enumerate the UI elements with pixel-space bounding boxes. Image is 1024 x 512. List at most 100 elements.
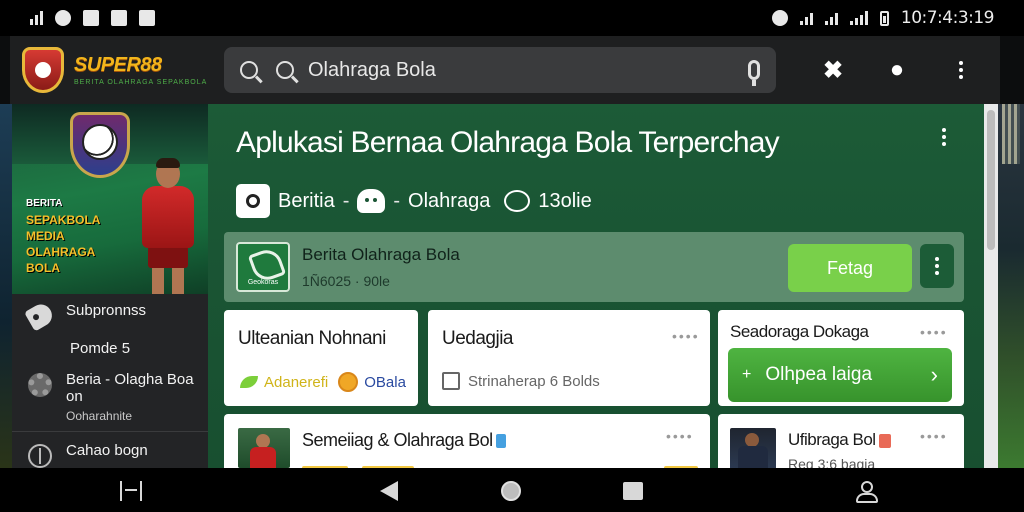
- card-meta-a: Adanerefi: [264, 373, 329, 391]
- close-cross-icon[interactable]: ✖: [820, 57, 846, 84]
- sidebar-menu: Subpronnss Pomde 5 Beria - Olagha Boa on…: [12, 294, 208, 468]
- sidebar-item-pomde[interactable]: Pomde 5: [12, 336, 208, 365]
- promo-banner[interactable]: BERITA SEPAKBOLA MEDIA OLAHRAGA BOLA: [12, 104, 208, 294]
- content-card[interactable]: Ulteanian Nohnani Adanerefi OBala: [224, 310, 418, 406]
- player-thumbnail: [730, 428, 776, 468]
- breadcrumb-item[interactable]: Olahraga: [408, 190, 490, 213]
- cta-button[interactable]: + Olhpea laiga ›: [728, 348, 952, 402]
- player-image: [136, 158, 200, 294]
- search-bar[interactable]: Olahraga Bola: [224, 47, 776, 93]
- system-nav-bar: [0, 468, 1024, 512]
- ghost-icon: [357, 189, 386, 213]
- search-icon[interactable]: [240, 61, 258, 79]
- card-title: Ufibraga Bol: [788, 430, 891, 450]
- brand-tagline: BERITA OLAHRAGA SEPAKBOLA: [74, 79, 208, 86]
- coin-icon: [338, 372, 359, 392]
- card-more-icon[interactable]: ••••: [920, 324, 948, 340]
- sidebar-item-label: Beria - Olagha Boa on: [66, 371, 194, 405]
- card-title: Ulteanian Nohnani: [238, 328, 386, 349]
- minus-circle-icon: [55, 10, 71, 26]
- breadcrumb-separator: -: [342, 189, 350, 212]
- wifi-icon: [824, 11, 838, 25]
- status-right-icons: 10:7:4:3:19: [771, 8, 995, 28]
- breadcrumb-separator: -: [393, 189, 401, 212]
- sidebar-item-sublabel: Ooharahnite: [66, 409, 133, 423]
- card-meta-b: OBala: [364, 373, 406, 391]
- sidebar: BERITA SEPAKBOLA MEDIA OLAHRAGA BOLA Sub…: [12, 104, 208, 468]
- content-card[interactable]: Uedagjia •••• Strinaherap 6 Bolds: [428, 310, 710, 406]
- timer-icon: [26, 442, 54, 468]
- red-badge-icon: [878, 433, 891, 448]
- page-overflow-menu-icon[interactable]: [942, 128, 946, 146]
- brand: SUPER88 BERITA OLAHRAGA SEPAKBOLA: [74, 54, 207, 86]
- stadium-backdrop-right: [998, 104, 1024, 468]
- tag-icon: [24, 300, 56, 332]
- sidebar-item-label-group: Beria - Olagha Boa on Ooharahnite: [66, 371, 194, 423]
- overview-icon[interactable]: [620, 478, 646, 504]
- promo-line: MEDIA: [26, 229, 65, 243]
- card-more-icon[interactable]: ••••: [672, 328, 700, 344]
- search-icon: [276, 61, 294, 79]
- wifi-icon: [799, 11, 813, 25]
- cta-button-label: Olhpea laiga: [765, 364, 873, 385]
- featured-app-more-icon[interactable]: [920, 244, 954, 288]
- signal-bars-icon: [30, 11, 43, 25]
- promo-text: BERITA SEPAKBOLA MEDIA OLAHRAGA BOLA: [26, 196, 122, 276]
- overflow-menu-icon[interactable]: [948, 57, 974, 83]
- card-more-icon[interactable]: ••••: [920, 428, 948, 444]
- card-title-text: Semeiiag & Olahraga Bol: [302, 430, 493, 450]
- home-icon[interactable]: [498, 478, 524, 504]
- promo-line: OLAHRAGA: [26, 245, 96, 259]
- breadcrumb-item[interactable]: Beritia: [278, 190, 335, 213]
- status-left-icons: [30, 10, 155, 26]
- leaf-icon: [240, 376, 258, 388]
- scrollbar[interactable]: [984, 104, 998, 468]
- card-meta-text: Strinaherap 6 Bolds: [468, 372, 600, 390]
- cell-signal-icon: [849, 11, 868, 25]
- blue-badge-icon: [495, 434, 506, 449]
- search-input[interactable]: Olahraga Bola: [308, 59, 748, 82]
- sidebar-item-label: Subpronnss: [66, 302, 147, 319]
- card-subtitle: Reg 3;6 bagia: [788, 456, 876, 468]
- app-bar-actions: ✖ ●: [820, 36, 974, 104]
- breadcrumb: Beritia - - Olahraga 13olie: [236, 184, 592, 218]
- brand-logo-icon[interactable]: [22, 47, 64, 93]
- app-bar: SUPER88 BERITA OLAHRAGA SEPAKBOLA Olahra…: [10, 36, 1000, 104]
- sidebar-item-subpronnss[interactable]: Subpronnss: [12, 294, 208, 336]
- promo-line: BOLA: [26, 261, 60, 275]
- featured-app-button[interactable]: Fetag: [788, 244, 912, 292]
- featured-app-subtitle: 1Ñ6025 · 90le: [302, 273, 390, 289]
- chevron-right-icon: ›: [930, 362, 938, 387]
- accessibility-icon: [111, 10, 127, 26]
- sidebar-item-cahao[interactable]: Cahao bogn: [12, 436, 208, 468]
- back-icon[interactable]: [376, 478, 402, 504]
- content-card[interactable]: Ufibraga Bol •••• Reg 3;6 bagia: [718, 414, 964, 468]
- card-more-icon[interactable]: ••••: [666, 428, 694, 444]
- main-content: Aplukasi Bernaa Olahraga Bola Terperchay…: [208, 104, 984, 468]
- breadcrumb-item[interactable]: 13olie: [538, 190, 591, 213]
- status-time: 10:7:4:3:19: [900, 8, 995, 28]
- card-meta: Adanerefi OBala: [240, 372, 406, 392]
- recent-apps-icon[interactable]: [118, 478, 144, 504]
- sidebar-item-beria[interactable]: Beria - Olagha Boa on Ooharahnite: [12, 365, 208, 429]
- content-card[interactable]: Seadoraga Dokaga •••• + Olhpea laiga ›: [718, 310, 964, 406]
- microphone-icon[interactable]: [748, 60, 760, 86]
- alarm-icon: [771, 10, 788, 26]
- app-logo-text: Geokoras: [247, 279, 279, 286]
- page-title: Aplukasi Bernaa Olahraga Bola Terperchay: [236, 126, 780, 159]
- gear-icon: [26, 371, 54, 399]
- card-title: Uedagjia: [442, 328, 514, 349]
- sidebar-item-label: Pomde 5: [70, 340, 131, 357]
- status-bar: 10:7:4:3:19: [0, 0, 1024, 36]
- featured-app-title: Berita Olahraga Bola: [302, 245, 460, 264]
- content-card[interactable]: Semeiiag & Olahraga Bol ••••: [224, 414, 710, 468]
- flag-icon: [442, 372, 460, 390]
- promo-line: BERITA: [26, 198, 63, 209]
- app-logo-icon: Geokoras: [236, 242, 290, 292]
- scrollbar-thumb[interactable]: [987, 110, 995, 250]
- person-icon[interactable]: [852, 478, 878, 504]
- chat-bubble-icon[interactable]: ●: [884, 56, 910, 83]
- plus-icon: +: [742, 366, 752, 383]
- card-title-text: Ufibraga Bol: [788, 430, 876, 449]
- featured-app-card[interactable]: Geokoras Berita Olahraga Bola 1Ñ6025 · 9…: [224, 232, 964, 302]
